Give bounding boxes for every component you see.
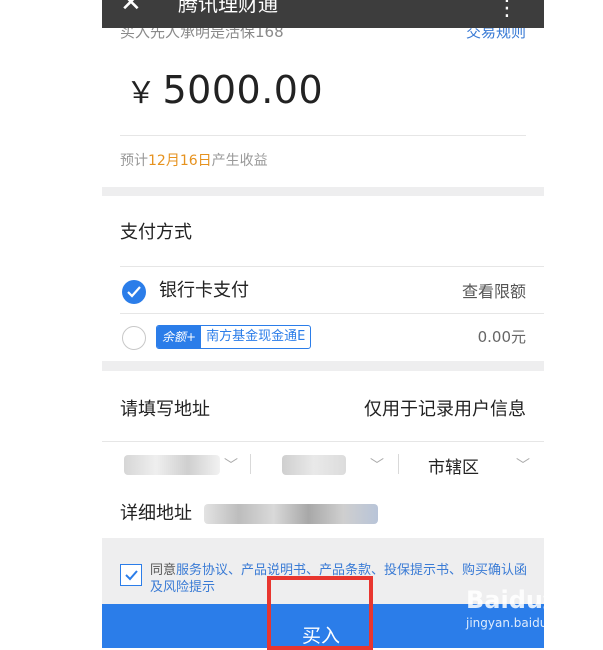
balance-plus-tag: 余额+ <box>157 326 202 348</box>
bank-card-label: 银行卡支付 <box>159 280 249 301</box>
chevron-down-icon: ﹀ <box>370 458 384 474</box>
amount-card: ￥ 5000.00 预计12月16日产生收益 <box>102 42 544 187</box>
blurred-province-value <box>124 455 220 475</box>
city-select[interactable]: ﹀ <box>270 441 390 489</box>
district-value: 市辖区 <box>428 458 479 478</box>
amount-value: 5000.00 <box>162 68 324 112</box>
payment-option-bank-card[interactable]: 银行卡支付 查看限额 <box>102 266 544 312</box>
amount-input[interactable]: ￥ 5000.00 <box>126 68 323 112</box>
app-header: ✕ 腾讯理财通 ⋮ <box>102 0 544 28</box>
payment-option-balance[interactable]: 余额+ 南方基金现金通E 0.00元 <box>102 314 544 360</box>
estimate-prefix: 预计 <box>120 153 148 169</box>
close-icon[interactable]: ✕ <box>120 0 142 16</box>
balance-amount: 0.00元 <box>477 328 526 346</box>
divider <box>398 454 399 474</box>
address-title: 请填写地址 <box>120 399 210 420</box>
divider <box>250 454 251 474</box>
estimate-suffix: 产生收益 <box>211 153 268 169</box>
product-description: 买入先人承明是活保168 <box>120 28 284 41</box>
earnings-estimate: 预计12月16日产生收益 <box>120 150 268 170</box>
detail-address-input[interactable] <box>204 504 378 524</box>
payment-method-title: 支付方式 <box>120 222 192 243</box>
detail-address-label: 详细地址 <box>120 503 192 524</box>
estimate-date: 12月16日 <box>148 153 212 169</box>
radio-unselected-icon[interactable] <box>122 326 146 350</box>
product-subline: 买入先人承明是活保168 交易规则 <box>102 28 544 42</box>
province-select[interactable]: ﹀ <box>120 441 250 489</box>
chevron-down-icon: ﹀ <box>224 458 238 474</box>
watermark: Baidu经验 jingyan.baidu.com <box>462 578 603 638</box>
payment-method-card: 支付方式 银行卡支付 查看限额 余额+ 南方基金现金通E 0.00元 <box>102 196 544 361</box>
more-icon[interactable]: ⋮ <box>496 0 518 21</box>
page-title: 腾讯理财通 <box>178 0 278 16</box>
watermark-brand: Baidu经验 <box>466 586 591 614</box>
trade-rules-link[interactable]: 交易规则 <box>466 28 526 42</box>
chevron-down-icon: ﹀ <box>516 458 530 474</box>
watermark-site: jingyan.baidu.com <box>466 616 577 630</box>
phone-screen: ✕ 腾讯理财通 ⋮ 买入先人承明是活保168 交易规则 ￥ 5000.00 预计1… <box>102 0 544 648</box>
divider <box>120 135 526 136</box>
selected-check-icon <box>122 280 146 304</box>
address-note: 仅用于记录用户信息 <box>364 399 526 420</box>
fund-name: 南方基金现金通E <box>206 329 306 344</box>
address-card: 请填写地址 仅用于记录用户信息 ﹀ ﹀ 市辖区 ﹀ 详细地址 <box>102 371 544 538</box>
agreement-prefix: 同意 <box>150 563 177 578</box>
currency-symbol: ￥ <box>126 76 157 111</box>
blurred-city-value <box>282 455 346 475</box>
buy-button-label: 买入 <box>302 626 341 647</box>
agreement-checkbox[interactable] <box>120 564 142 586</box>
view-limit-link[interactable]: 查看限额 <box>462 278 526 302</box>
district-select[interactable]: 市辖区 ﹀ <box>422 441 532 489</box>
balance-fund-badge: 余额+ 南方基金现金通E <box>156 325 312 349</box>
